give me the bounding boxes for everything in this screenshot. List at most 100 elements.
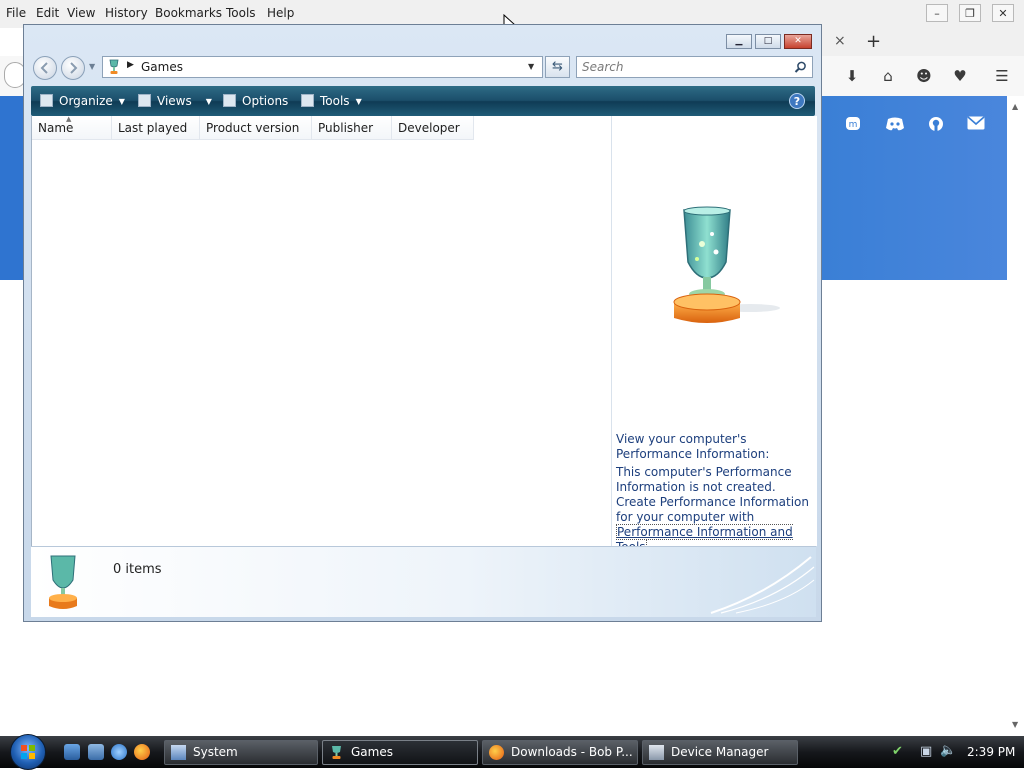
- options-button[interactable]: Options: [223, 94, 288, 108]
- browser-close-button[interactable]: ✕: [992, 4, 1014, 22]
- taskbar-button-games[interactable]: Games: [322, 740, 478, 765]
- firefox-navbar: ⬇ ⌂ ☻ ♥ ☰: [822, 56, 1024, 97]
- column-label: Developer: [398, 121, 460, 135]
- games-icon: [329, 745, 344, 760]
- create-prefix-text: Create Performance Information for your …: [616, 495, 810, 524]
- forward-nav-button[interactable]: [61, 56, 85, 80]
- menu-tools[interactable]: Tools: [226, 6, 256, 20]
- options-icon: [223, 94, 236, 107]
- tools-label: Tools: [320, 94, 350, 108]
- internet-explorer-icon[interactable]: [111, 744, 127, 760]
- column-header-publisher[interactable]: Publisher: [312, 116, 392, 140]
- device-manager-icon: [649, 745, 664, 760]
- firefox-tabstrip: × +: [822, 28, 1024, 56]
- menu-hamburger-icon[interactable]: ☰: [992, 66, 1012, 86]
- taskbar-button-system[interactable]: System: [164, 740, 318, 765]
- organize-icon: [40, 94, 53, 107]
- firefox-navbar-left: [0, 56, 26, 96]
- organize-button[interactable]: Organize ▼: [40, 94, 125, 108]
- browser-restore-button[interactable]: ❐: [959, 4, 981, 22]
- safely-remove-icon[interactable]: ✔: [892, 744, 903, 759]
- views-button[interactable]: Views ▼: [138, 94, 212, 108]
- column-label: Last played: [118, 121, 188, 135]
- column-header-name[interactable]: Name ▲: [32, 115, 112, 140]
- search-input[interactable]: Search: [576, 56, 813, 78]
- firefox-icon[interactable]: [134, 744, 150, 760]
- menu-edit[interactable]: Edit: [36, 6, 59, 20]
- column-label: Publisher: [318, 121, 374, 135]
- refresh-button[interactable]: ⇆: [545, 56, 570, 78]
- views-icon: [138, 94, 151, 107]
- mastodon-icon[interactable]: m: [842, 116, 864, 134]
- minimize-button[interactable]: ▁: [726, 34, 752, 49]
- maximize-button[interactable]: □: [755, 34, 781, 49]
- page-scrollbar[interactable]: ▲ ▼: [1007, 96, 1024, 736]
- column-header-last-played[interactable]: Last played: [112, 116, 200, 140]
- new-tab-button[interactable]: +: [866, 31, 881, 52]
- decorative-swoosh: [710, 556, 815, 614]
- sort-up-icon: ▲: [66, 115, 72, 123]
- network-icon[interactable]: ▣: [920, 744, 932, 759]
- menu-view[interactable]: View: [67, 6, 95, 20]
- recent-pages-dropdown-icon[interactable]: ▼: [89, 62, 95, 71]
- scroll-up-icon[interactable]: ▲: [1012, 102, 1018, 111]
- volume-icon[interactable]: 🔈: [940, 743, 956, 758]
- address-bar[interactable]: ▶ Games ▼: [102, 56, 543, 78]
- close-tab-icon[interactable]: ×: [834, 33, 846, 49]
- menu-bookmarks[interactable]: Bookmarks: [155, 6, 222, 20]
- page-banner-left: [0, 96, 24, 280]
- taskbar-button-device-manager[interactable]: Device Manager: [642, 740, 798, 765]
- menu-file[interactable]: File: [6, 6, 26, 20]
- games-explorer-window: ▁ □ ✕ ▼ ▶ Games ▼ ⇆ Search Organize ▼ Vie…: [23, 24, 822, 622]
- windows-logo-icon: [21, 745, 35, 759]
- firefox-icon: [489, 745, 504, 760]
- browser-minimize-button[interactable]: –: [926, 4, 948, 22]
- taskbar-button-downloads[interactable]: Downloads - Bob P...: [482, 740, 638, 765]
- options-label: Options: [242, 94, 289, 108]
- address-dropdown-icon[interactable]: ▼: [528, 62, 534, 71]
- taskbar-button-label: System: [193, 745, 238, 759]
- refresh-icon: ⇆: [552, 59, 563, 74]
- system-icon: [171, 745, 186, 760]
- views-label: Views: [157, 94, 192, 108]
- scroll-down-icon[interactable]: ▼: [1012, 720, 1018, 729]
- switch-windows-icon[interactable]: [88, 744, 104, 760]
- email-icon[interactable]: [965, 116, 987, 134]
- games-list[interactable]: Name ▲ Last played Product version Publi…: [32, 115, 612, 546]
- column-header-product-version[interactable]: Product version: [200, 116, 312, 140]
- github-icon[interactable]: [925, 116, 947, 134]
- close-button[interactable]: ✕: [784, 34, 812, 49]
- breadcrumb-arrow-icon[interactable]: ▶: [127, 60, 134, 70]
- content-area: Name ▲ Last played Product version Publi…: [31, 115, 817, 555]
- help-button[interactable]: ?: [789, 93, 805, 109]
- pocket-icon[interactable]: ♥: [950, 66, 970, 86]
- command-bar: Organize ▼ Views ▼ Options Tools ▼ ?: [31, 86, 815, 116]
- games-folder-icon: [109, 59, 119, 74]
- taskbar: System Games Downloads - Bob P... Device…: [0, 734, 1024, 770]
- view-performance-info-link[interactable]: View your computer's Performance Informa…: [616, 432, 812, 462]
- search-placeholder: Search: [582, 60, 624, 74]
- download-icon[interactable]: ⬇: [842, 66, 862, 86]
- taskbar-button-label: Games: [351, 745, 393, 759]
- column-label: Product version: [206, 121, 300, 135]
- chevron-down-icon: ▼: [205, 97, 212, 106]
- organize-label: Organize: [59, 94, 113, 108]
- details-pane: 0 items: [31, 546, 816, 617]
- tools-icon: [301, 94, 314, 107]
- back-nav-button[interactable]: [33, 56, 57, 80]
- discord-icon[interactable]: [884, 116, 906, 134]
- performance-status-text: This computer's Performance Information …: [616, 465, 792, 494]
- menu-history[interactable]: History: [105, 6, 148, 20]
- tools-button[interactable]: Tools ▼: [301, 94, 362, 108]
- taskbar-clock[interactable]: 2:39 PM: [967, 745, 1015, 759]
- games-trophy-small-icon: [49, 555, 77, 609]
- show-desktop-icon[interactable]: [64, 744, 80, 760]
- chevron-down-icon: ▼: [118, 97, 125, 106]
- home-icon[interactable]: ⌂: [878, 66, 898, 86]
- address-text[interactable]: Games: [141, 60, 183, 74]
- start-button[interactable]: [10, 734, 46, 770]
- menu-help[interactable]: Help: [267, 6, 294, 20]
- column-header-developer[interactable]: Developer: [392, 116, 474, 140]
- search-icon[interactable]: [794, 61, 807, 74]
- chat-icon[interactable]: ☻: [914, 66, 934, 86]
